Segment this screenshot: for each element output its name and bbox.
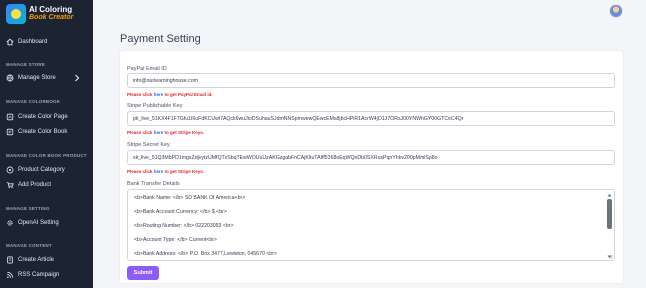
chevron-right-icon (75, 74, 80, 82)
stripe-secret-help-note: Please click here to get Stripe Keys. (127, 169, 205, 174)
paypal-help-note: Please click here to get PayPal Email id… (127, 92, 213, 97)
category-icon (6, 166, 14, 174)
sidebar-item-label: Create Color Book (18, 129, 68, 135)
textarea-scrollbar[interactable] (607, 193, 612, 259)
section-manage-colorbook: MANAGE COLORBOOK (6, 99, 61, 104)
page-title: Payment Setting (120, 33, 201, 45)
paypal-email-input[interactable]: info@ourlearninghouse.com (127, 73, 615, 88)
sidebar-item-label: Create Color Page (18, 114, 68, 120)
cart-icon (6, 181, 14, 189)
paypal-email-value: info@ourlearninghouse.com (133, 77, 198, 84)
sidebar-item-label: RSS Campaign (18, 272, 60, 278)
bank-details-line: <b>Bank Address: </b> P.O. Box 3477,Lewi… (134, 251, 277, 257)
stripe-publishable-input[interactable]: pk_live_51KX4F1F7Gfu1I6uFdKCUwl7AQck6wuJ… (127, 111, 615, 126)
stripe-secret-help-link[interactable]: here (154, 169, 164, 174)
section-manage-content: MANAGE CONTENT (6, 243, 52, 248)
stripe-publishable-label: Stripe Publishable Key (127, 103, 183, 109)
paypal-help-link[interactable]: here (154, 92, 164, 97)
sidebar-item-dashboard[interactable]: Dashboard (0, 35, 93, 49)
globe-icon (6, 74, 14, 82)
stripe-publishable-help-note: Please click here to get Stripe Keys. (127, 130, 205, 135)
app-logo[interactable]: AI Coloring Book Creator (6, 3, 90, 25)
stripe-secret-input[interactable]: sk_live_51Q3MbPD1mgsZdjvytzUMfQTxSbqTEwW… (127, 150, 615, 165)
section-manage-color-book-product: MANAGE COLOR BOOK PRODUCT (6, 153, 87, 158)
sidebar-item-rss-campaign[interactable]: RSS Campaign (0, 268, 93, 282)
sidebar-item-create-color-book[interactable]: Create Color Book (0, 125, 93, 139)
section-manage-store: MANAGE STORE (6, 62, 46, 67)
section-manage-setting: MANAGE SETTING (6, 206, 50, 211)
sidebar: AI Coloring Book Creator Dashboard MANAG… (0, 0, 93, 288)
page-icon (6, 113, 14, 121)
stripe-secret-value: sk_live_51Q3MbPD1mgsZdjvytzUMfQTxSbqTEwW… (133, 154, 438, 161)
submit-button[interactable]: Submit (127, 266, 159, 280)
stripe-publishable-value: pk_live_51KX4F1F7Gfu1I6uFdKCUwl7AQck6wuJ… (133, 115, 464, 122)
sidebar-item-label: Add Product (18, 182, 52, 188)
sidebar-item-label: Product Category (18, 167, 65, 173)
logo-title: AI Coloring (29, 5, 73, 14)
scroll-up-icon[interactable] (607, 193, 612, 197)
bank-details-line: <b>Routing Number: </b> 022203093 <br> (134, 223, 234, 229)
resize-handle-icon[interactable] (608, 254, 613, 259)
user-avatar[interactable] (609, 4, 623, 18)
scrollbar-thumb[interactable] (607, 199, 612, 229)
bank-details-line: <b>Bank Name: </b> SD BANK Of America<br… (134, 195, 246, 201)
sidebar-item-create-color-page[interactable]: Create Color Page (0, 110, 93, 124)
sidebar-item-label: Create Article (18, 257, 55, 263)
sidebar-item-create-article[interactable]: Create Article (0, 253, 93, 267)
stripe-publishable-help-link[interactable]: here (154, 130, 164, 135)
bank-details-textarea[interactable]: <b>Bank Name: </b> SD BANK Of America<br… (127, 189, 615, 261)
book-icon (6, 128, 14, 136)
bank-details-label: Bank Transfer Details (127, 181, 180, 187)
sidebar-item-label: OpenAI Setting (18, 220, 59, 226)
sidebar-item-product-category[interactable]: Product Category (0, 163, 93, 177)
sidebar-item-add-product[interactable]: Add Product (0, 178, 93, 192)
paypal-email-label: PayPal Email ID (127, 66, 167, 72)
logo-subtitle: Book Creator (29, 14, 74, 21)
rss-icon (6, 271, 14, 279)
home-icon (6, 38, 14, 46)
stripe-secret-label: Stripe Secret Key (127, 142, 170, 148)
bank-details-line: <b>Bank Account Currency: </b> $ <br> (134, 209, 227, 215)
article-icon (6, 256, 14, 264)
sidebar-item-manage-store[interactable]: Manage Store (0, 71, 93, 85)
sidebar-item-openai-setting[interactable]: OpenAI Setting (0, 216, 93, 230)
bank-details-line: <b>Account Type: </b> Current<br> (134, 237, 217, 243)
logo-icon (6, 4, 26, 24)
gear-icon (6, 219, 14, 227)
sidebar-item-label: Dashboard (18, 39, 48, 45)
sidebar-item-label: Manage Store (18, 75, 56, 81)
